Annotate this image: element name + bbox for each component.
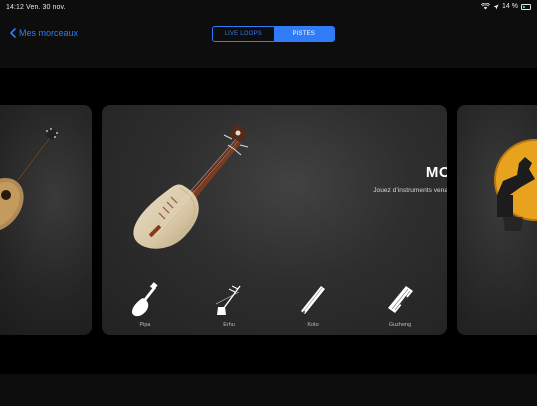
wifi-icon: [481, 3, 491, 10]
instrument-label: Pipa: [139, 322, 151, 328]
guzheng-icon: [388, 286, 413, 313]
koto-icon: [301, 286, 325, 314]
drum-image: [494, 139, 537, 231]
battery-icon: [521, 3, 531, 10]
status-bar: 14:12 Ven. 30 nov. 14 %: [0, 0, 537, 20]
garageband-screen: 14:12 Ven. 30 nov. 14 % Mes morceaux LIV…: [0, 0, 537, 406]
status-time: 14:12 Ven. 30 nov.: [6, 4, 66, 11]
battery-percent: 14 %: [502, 3, 518, 10]
tab-pistes[interactable]: PISTES: [273, 27, 334, 41]
instrument-carousel[interactable]: MONDE Jouez d’instruments venant des qua…: [0, 68, 537, 374]
guitar-card[interactable]: [0, 105, 92, 335]
location-icon: [493, 3, 499, 10]
erhu-icon: [215, 285, 241, 315]
card-title: MONDE: [425, 164, 447, 181]
back-button[interactable]: Mes morceaux: [10, 28, 78, 38]
instrument-label: Erhu: [223, 322, 235, 328]
instrument-guzheng[interactable]: Guzheng: [370, 282, 430, 332]
instrument-erhu[interactable]: Erhu: [199, 282, 259, 332]
guitar-image: [0, 128, 58, 232]
instrument-pipa[interactable]: Pipa: [115, 282, 175, 332]
navigation-bar: Mes morceaux LIVE LOOPS PISTES: [0, 20, 537, 68]
instrument-label: Guzheng: [388, 322, 412, 328]
back-label: Mes morceaux: [19, 28, 79, 38]
instrument-list: Pipa Erhu Koto Guzheng: [102, 282, 447, 332]
pipa-icon: [132, 282, 158, 317]
chevron-left-icon: [10, 28, 16, 38]
mode-segmented-control: LIVE LOOPS PISTES: [212, 26, 335, 42]
drums-card[interactable]: [457, 105, 537, 335]
instrument-label: Koto: [307, 322, 319, 328]
pipa-image: [133, 125, 249, 249]
status-indicators: 14 %: [481, 3, 531, 10]
bottom-bar: [0, 374, 537, 406]
card-description: Jouez d’instruments venant des quatre co…: [373, 187, 447, 194]
tab-live-loops[interactable]: LIVE LOOPS: [213, 27, 274, 41]
instrument-koto[interactable]: Koto: [283, 282, 343, 332]
world-instruments-card[interactable]: MONDE Jouez d’instruments venant des qua…: [102, 105, 447, 335]
